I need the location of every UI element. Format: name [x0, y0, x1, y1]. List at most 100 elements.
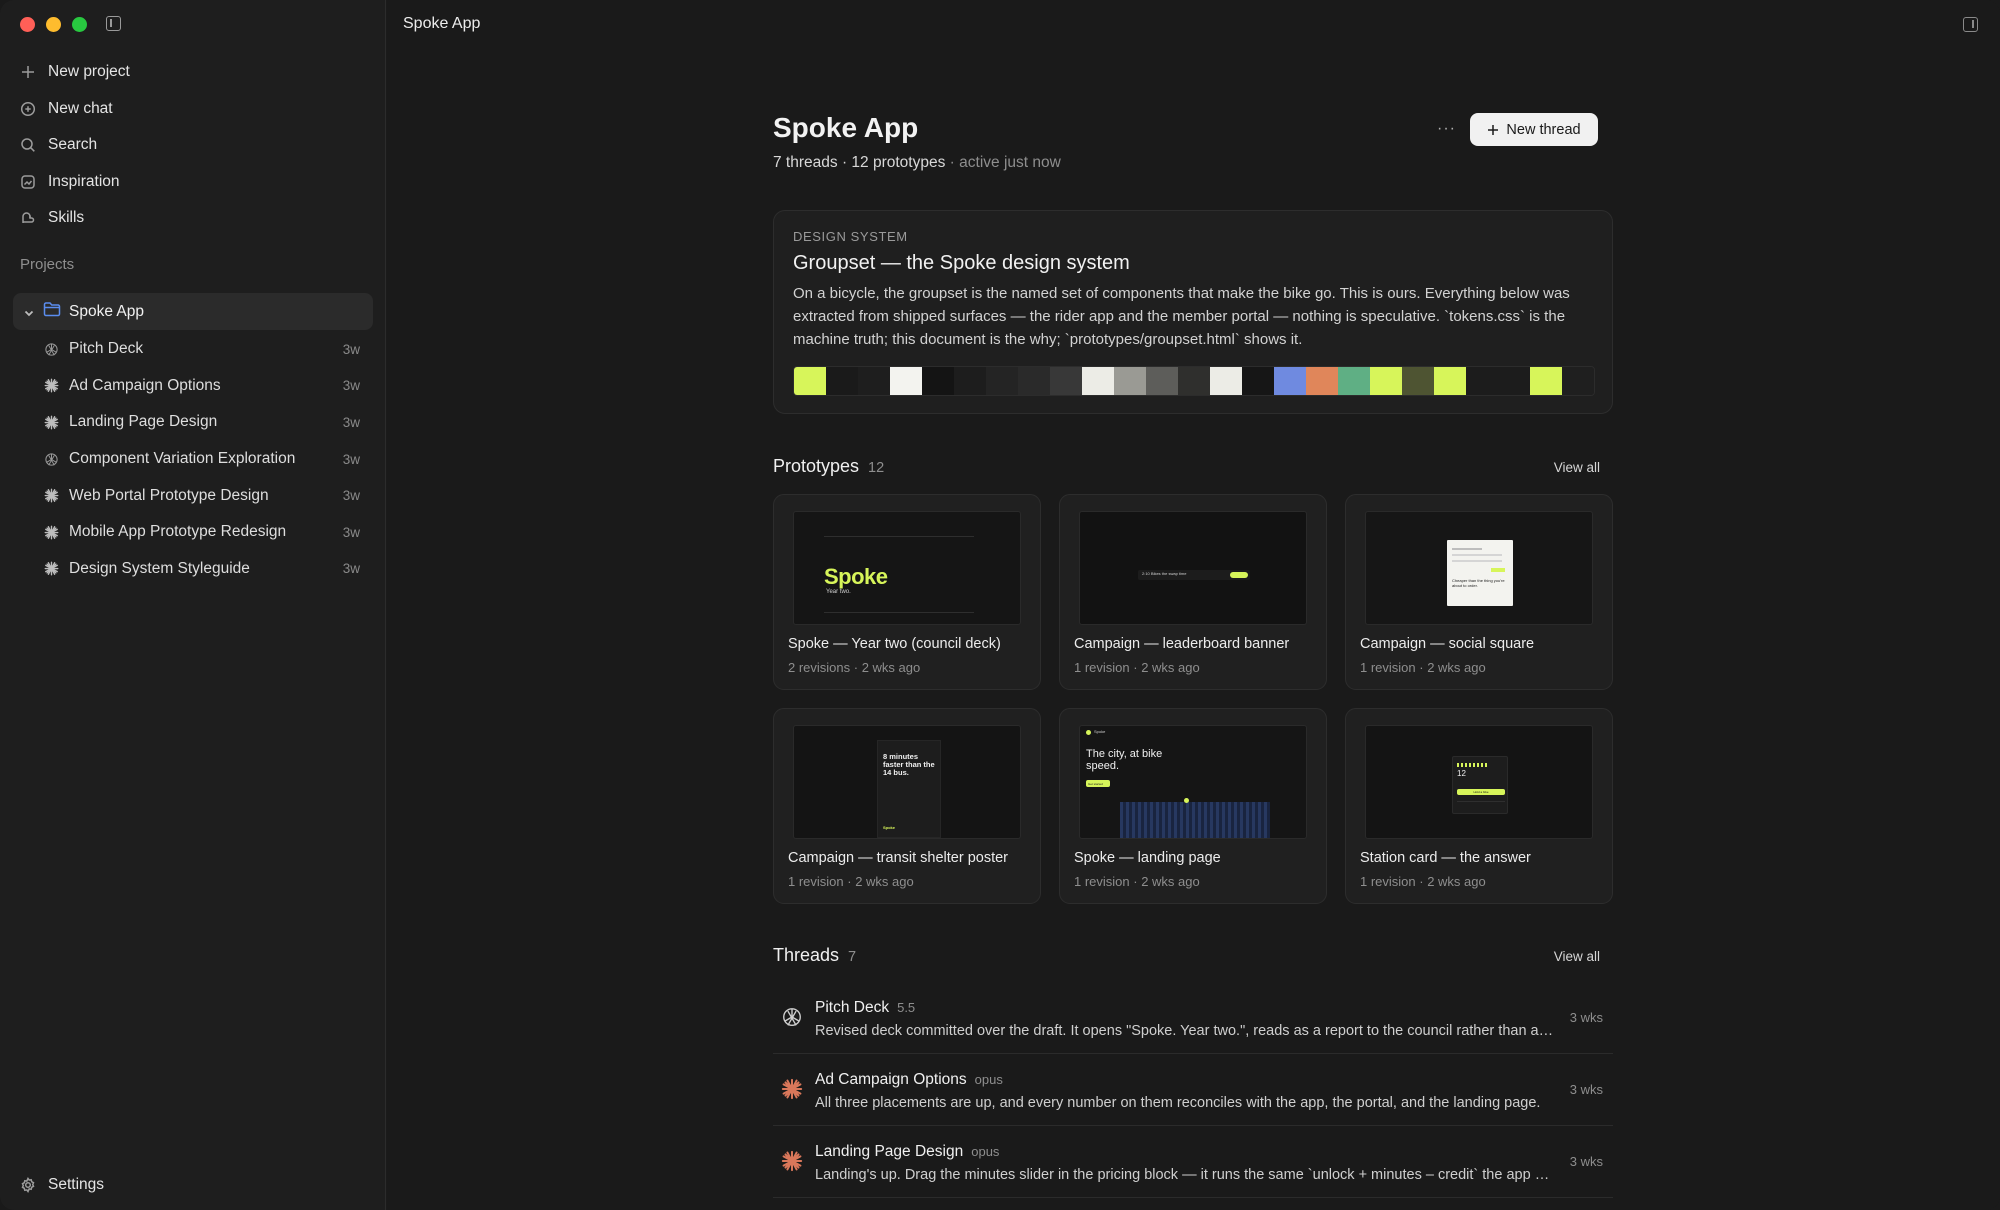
model-tag: opus: [974, 1072, 1003, 1087]
window-controls: [20, 17, 87, 32]
plus-icon: [1488, 124, 1499, 135]
sidebar-thread-web-portal[interactable]: Web Portal Prototype Design 3w: [0, 477, 386, 514]
thread-age: 3w: [342, 414, 360, 430]
color-swatch: [1146, 367, 1178, 395]
new-thread-button[interactable]: New thread: [1470, 113, 1598, 146]
color-swatch: [1178, 367, 1210, 395]
prototype-card[interactable]: 8 minutes faster than the 14 bus. Spoke …: [773, 708, 1041, 904]
inspiration-button[interactable]: Inspiration: [0, 164, 386, 201]
design-system-card[interactable]: DESIGN SYSTEM Groupset — the Spoke desig…: [773, 210, 1613, 414]
thumb-cta: Hold a bike: [1457, 789, 1505, 795]
nav-label: Search: [48, 136, 98, 154]
prototypes-header: Prototypes 12 View all: [773, 456, 1613, 477]
prototype-meta: 1 revision · 2 wks ago: [1360, 874, 1486, 889]
sidebar-thread-landing-page-design[interactable]: Landing Page Design 3w: [0, 404, 386, 441]
thread-age: 3w: [342, 488, 360, 504]
sidebar-thread-component-variation[interactable]: Component Variation Exploration 3w: [0, 441, 386, 478]
zoom-window-button[interactable]: [72, 17, 87, 32]
prototype-title: Spoke — Year two (council deck): [788, 636, 1001, 652]
thread-name: Mobile App Prototype Redesign: [69, 523, 287, 541]
threads-title: Threads: [773, 945, 840, 965]
prototype-card[interactable]: 2:10 Bikes the swap time Campaign — lead…: [1059, 494, 1327, 690]
settings-label: Settings: [48, 1176, 105, 1193]
thread-row[interactable]: Ad Campaign Options opus All three placem…: [773, 1054, 1613, 1126]
thumb-count: 12: [1457, 769, 1466, 778]
thread-summary: Landing's up. Drag the minutes slider in…: [815, 1167, 1555, 1183]
prototypes-view-all-link[interactable]: View all: [1554, 460, 1600, 475]
prototype-title: Campaign — social square: [1360, 636, 1535, 652]
more-options-button[interactable]: ···: [1437, 120, 1456, 138]
color-swatch: [1498, 367, 1530, 395]
threads-count-badge: 7: [848, 949, 857, 965]
thread-row[interactable]: Landing Page Design opus Landing's up. Dr…: [773, 1126, 1613, 1198]
window-title: Spoke App: [403, 15, 481, 32]
prototype-thumbnail: Spoke The city, at bike speed. Get start…: [1079, 725, 1307, 839]
prototype-title: Station card — the answer: [1360, 850, 1531, 866]
prototypes-count: 12 prototypes: [851, 154, 946, 171]
close-window-button[interactable]: [20, 17, 35, 32]
nav-label: New chat: [48, 99, 113, 117]
design-system-description: On a bicycle, the groupset is the named …: [793, 285, 1570, 348]
color-swatch: [1050, 367, 1082, 395]
thumb-headline: 8 minutes faster than the 14 bus.: [883, 752, 935, 777]
color-swatch: [1306, 367, 1338, 395]
threads-view-all-link[interactable]: View all: [1554, 949, 1600, 964]
thread-age: 3 wks: [1569, 1010, 1603, 1025]
prototype-meta: 1 revision · 2 wks ago: [788, 874, 914, 889]
color-swatch-strip: [793, 366, 1595, 396]
prototype-meta: 1 revision · 2 wks ago: [1074, 660, 1200, 675]
color-swatch: [1434, 367, 1466, 395]
design-system-title: Groupset — the Spoke design system: [793, 252, 1130, 274]
sidebar-thread-pitch-deck[interactable]: Pitch Deck 3w: [0, 331, 386, 368]
prototype-thumbnail: 8 minutes faster than the 14 bus. Spoke: [793, 725, 1021, 839]
prototype-meta: 1 revision · 2 wks ago: [1074, 874, 1200, 889]
minimize-window-button[interactable]: [46, 17, 61, 32]
thread-age: 3w: [342, 524, 360, 540]
thread-title: Ad Campaign Options opus: [815, 1071, 1003, 1089]
claude-icon: [44, 561, 59, 576]
model-tag: 5.5: [897, 1000, 916, 1015]
color-swatch: [826, 367, 858, 395]
thread-age: 3 wks: [1569, 1082, 1603, 1097]
nav-label: Inspiration: [48, 172, 120, 190]
new-chat-button[interactable]: New chat: [0, 91, 386, 128]
thread-age: 3w: [342, 561, 360, 577]
prototype-card[interactable]: Spoke The city, at bike speed. Get start…: [1059, 708, 1327, 904]
model-tag: opus: [971, 1144, 1000, 1159]
color-swatch: [1402, 367, 1434, 395]
thread-row[interactable]: Pitch Deck 5.5 Revised deck committed ove…: [773, 982, 1613, 1054]
chevron-down-icon[interactable]: [23, 306, 35, 318]
sidebar-thread-mobile-app[interactable]: Mobile App Prototype Redesign 3w: [0, 514, 386, 551]
thread-name: Component Variation Exploration: [69, 450, 296, 468]
color-swatch: [1114, 367, 1146, 395]
thumb-headline: The city, at bike speed.: [1086, 748, 1163, 772]
settings-button[interactable]: Settings: [20, 1176, 104, 1194]
color-swatch: [986, 367, 1018, 395]
skills-button[interactable]: Skills: [0, 200, 386, 237]
thread-name: Landing Page Design: [69, 413, 218, 431]
prototypes-count-badge: 12: [868, 460, 885, 476]
search-button[interactable]: Search: [0, 127, 386, 164]
thumb-brand: Spoke: [1094, 729, 1106, 734]
prototype-card[interactable]: Cheaper than the thing you're about to o…: [1345, 494, 1613, 690]
claude-icon: [781, 1150, 803, 1172]
sidebar-nav: New project New chat Search Inspiration …: [0, 54, 386, 237]
claude-icon: [44, 378, 59, 393]
color-swatch: [890, 367, 922, 395]
new-project-button[interactable]: New project: [0, 54, 386, 91]
prototype-card[interactable]: Spoke Year two. Spoke — Year two (counci…: [773, 494, 1041, 690]
thread-name: Ad Campaign Options: [815, 1071, 967, 1088]
sidebar-thread-ad-campaign-options[interactable]: Ad Campaign Options 3w: [0, 368, 386, 405]
prototype-title: Campaign — transit shelter poster: [788, 850, 1009, 866]
sidebar-toggle-icon[interactable]: [106, 16, 121, 31]
project-spoke-app[interactable]: Spoke App: [13, 293, 373, 330]
right-panel-toggle-icon[interactable]: [1963, 17, 1978, 32]
claude-icon: [44, 488, 59, 503]
color-swatch: [1274, 367, 1306, 395]
prototype-card[interactable]: 12 Hold a bike Station card — the answer…: [1345, 708, 1613, 904]
thumb-headline: Cheaper than the thing you're about to o…: [1452, 578, 1505, 588]
prototype-thumbnail: Spoke Year two.: [793, 511, 1021, 625]
color-swatch: [858, 367, 890, 395]
prototypes-title: Prototypes: [773, 456, 860, 476]
sidebar-thread-design-system[interactable]: Design System Styleguide 3w: [0, 551, 386, 588]
